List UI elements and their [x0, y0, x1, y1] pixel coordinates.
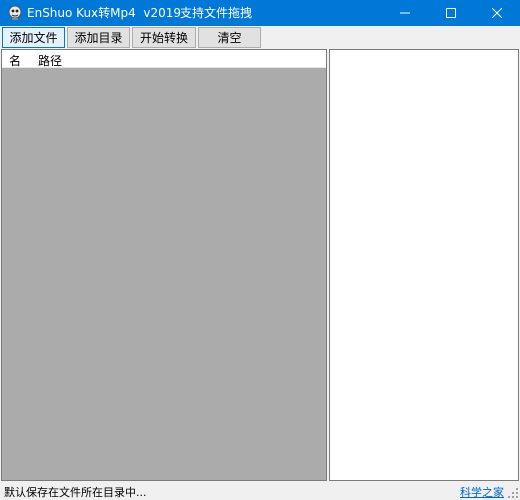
- app-icon: [7, 5, 23, 21]
- add-file-button[interactable]: 添加文件: [2, 27, 65, 48]
- maximize-icon: [446, 8, 456, 18]
- status-bar: 默认保存在文件所在目录中... 科学之家: [0, 481, 520, 500]
- column-header-name[interactable]: 名: [9, 52, 21, 69]
- start-convert-button[interactable]: 开始转换: [132, 27, 196, 48]
- app-window: EnShuo Kux转Mp4 v2019 支持文件拖拽 添加文件 添加目录 开始…: [0, 0, 520, 500]
- column-header-path[interactable]: 路径: [38, 52, 62, 69]
- log-panel[interactable]: [329, 49, 519, 481]
- website-link[interactable]: 科学之家: [460, 484, 504, 500]
- maximize-button[interactable]: [428, 0, 474, 26]
- toolbar: 添加文件 添加目录 开始转换 清空: [0, 27, 520, 49]
- resize-grip-icon[interactable]: [507, 487, 519, 499]
- minimize-button[interactable]: [382, 0, 428, 26]
- drag-drop-hint: 支持文件拖拽: [180, 6, 253, 20]
- close-icon: [492, 8, 502, 18]
- file-list-header: 名 路径: [2, 50, 326, 68]
- status-text: 默认保存在文件所在目录中...: [4, 486, 147, 499]
- title-bar[interactable]: EnShuo Kux转Mp4 v2019 支持文件拖拽: [0, 0, 520, 26]
- file-list[interactable]: 名 路径: [1, 49, 327, 481]
- minimize-icon: [400, 12, 410, 14]
- close-button[interactable]: [474, 0, 520, 26]
- clear-button[interactable]: 清空: [198, 27, 261, 48]
- window-title: EnShuo Kux转Mp4 v2019: [27, 6, 182, 20]
- add-folder-button[interactable]: 添加目录: [67, 27, 130, 48]
